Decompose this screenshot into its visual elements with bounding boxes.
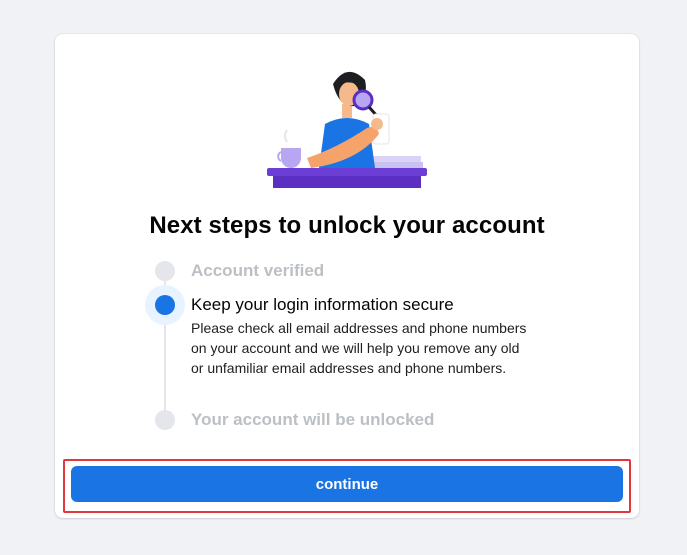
- step-1-label: Account verified: [191, 261, 325, 280]
- unlock-account-card: Next steps to unlock your account Accoun…: [55, 34, 639, 518]
- person-with-magnifier-illustration: [267, 71, 427, 188]
- step-3-label: Your account will be unlocked: [191, 410, 435, 429]
- step-2-description: Please check all email addresses and pho…: [191, 320, 527, 376]
- page-title: Next steps to unlock your account: [149, 212, 545, 239]
- continue-button[interactable]: continue: [71, 466, 623, 502]
- step-2-label: Keep your login information secure: [191, 295, 454, 314]
- step-2-dot-current: [145, 285, 185, 325]
- step-1-dot: [155, 261, 175, 281]
- step-2-dot-inner: [155, 295, 175, 315]
- step-3-dot: [155, 410, 175, 430]
